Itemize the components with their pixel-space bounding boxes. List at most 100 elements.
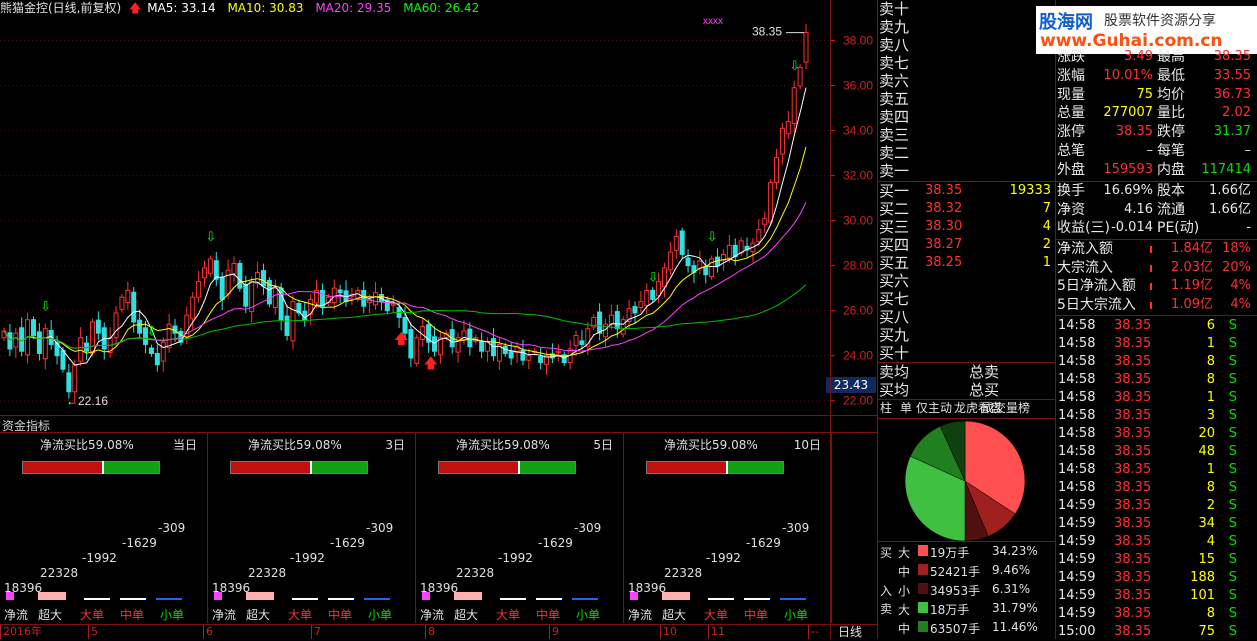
side-sell-label: 卖 [880,602,893,616]
y-tick-label: 22.00 [843,394,873,408]
tick-time: 14:58 [1058,354,1096,369]
date-axis-label: 10 [660,625,677,639]
candle-body [785,121,791,135]
tick-price: 38.35 [1114,336,1152,351]
flow-pct: 4% [1230,296,1251,312]
stat-label: 总笔 [1057,143,1085,159]
current-price-tag: 23.43 [826,377,876,393]
tick-row: 14:59 38.35 2 S [1058,497,1253,515]
tick-row: 14:59 38.35 188 S [1058,569,1253,587]
sell-level-label: 卖六 [879,72,910,90]
fund-value-label: -309 [366,521,394,535]
y-tick-label: 28.00 [843,259,873,273]
fund-category-label: 超大 [662,608,687,622]
tick-time: 15:00 [1058,624,1096,639]
fund-period-label: 3日 [385,438,405,452]
stat-label: 流通 [1157,201,1185,218]
tab-1[interactable]: 单 [900,400,912,417]
fund-bar [500,598,526,600]
tick-row: 14:59 38.35 8 S [1058,605,1253,623]
flow-value: 1.09亿 [1171,296,1213,312]
stat-row: 净资 4.16 流通 1.66亿 [1057,201,1255,219]
side-buy-label: 买 [880,546,893,560]
stat-label: 跌停 [1157,124,1185,141]
flow-pct: 4% [1230,278,1251,293]
tab-0[interactable]: 柱 [880,400,892,417]
sell-level-row: 卖九 [879,18,1055,36]
candle-body [644,289,650,306]
low-price-label: ←22.16 [66,394,108,408]
tick-time: 14:58 [1058,426,1096,441]
tick-volume: 8 [1206,354,1215,369]
fund-category-label: 大单 [704,608,729,622]
candle-body [160,341,166,362]
candle-body [137,319,143,334]
date-axis-label: 9 [549,625,559,639]
tick-side: S [1228,480,1237,495]
fund-value-label: -1629 [122,536,157,550]
fund-category-label: 超大 [246,608,271,622]
fund-value-label: -1629 [330,536,365,550]
stat-row: 总笔 – 每笔 – [1057,142,1255,160]
fund-period-label: 10日 [793,438,821,452]
tick-row: 14:58 38.35 1 S [1058,335,1253,353]
tick-row: 14:59 38.35 34 S [1058,515,1253,533]
tick-side: S [1228,534,1237,549]
candle-body [467,328,473,348]
fund-category-label: 中单 [328,608,353,622]
candle-body [431,336,437,352]
avg-buy-label: 买均 [879,381,910,399]
sell-level-row: 卖一 [879,162,1055,180]
fund-value-label: -1992 [498,551,533,565]
stat-value: 10.01% [1103,67,1153,83]
tick-side: S [1228,372,1237,387]
stat-value: 31.37 [1213,124,1251,140]
tick-time: 14:58 [1058,480,1096,495]
sell-level-row: 卖十 [879,0,1055,18]
fund-bar [214,592,222,600]
buy-level-row: 买二 38.32 7 [879,200,1055,218]
flow-label: 5日净流入额 [1057,278,1136,294]
date-axis-label: 2016年 [0,625,42,639]
tab-4[interactable]: 成交量榜 [982,400,1030,417]
fund-period-label: 5日 [593,438,613,452]
candle-body [95,319,101,334]
fund-value-label: 22328 [456,566,495,580]
candle-body [573,334,579,346]
fund-ratio-label: 净流买比59.08% [456,438,550,452]
tick-row: 14:59 38.35 4 S [1058,533,1253,551]
avg-total-block: 卖均 总卖 买均 总买 [879,363,1055,399]
tick-price: 38.35 [1114,354,1152,369]
tick-row: 14:58 38.35 20 S [1058,425,1253,443]
fund-category-label: 净流 [628,608,653,622]
candle-body [526,355,532,361]
buy-signal-arrow: ⇩ [789,59,800,74]
candle-body [207,258,213,274]
tick-volume: 6 [1206,318,1215,333]
stat-row: 收益(三) -0.014 PE(动) - [1057,219,1255,237]
kline-chart[interactable]: 38.00 36.00 34.00 32.00 30.00 28.00 26.00 24.00… [0,0,877,420]
deal-size-label: 中 [898,565,911,579]
deal-volume: 52421手 [930,565,981,579]
stat-value: -0.014 [1111,220,1153,235]
fund-bar [422,592,430,600]
tab-2[interactable]: 仅主动 [916,400,952,417]
avg-sell-label: 卖均 [879,363,910,381]
tick-side: S [1228,588,1237,603]
stat-value: 2.02 [1222,105,1251,121]
buy-level-price: 38.27 [925,237,963,252]
tick-time: 14:58 [1058,318,1096,333]
buy-level-volume: 1 [1042,255,1051,270]
tick-volume: 8 [1206,372,1215,387]
period-tab[interactable]: 日线 [838,623,862,640]
candle-body [667,251,673,271]
fund-ratio-bar [230,461,368,474]
candle-body [738,240,744,254]
fund-ratio-marker [309,461,312,474]
date-axis-label: 5 [88,625,98,639]
stat-value: 1.66亿 [1209,201,1251,217]
stat-label: 最低 [1157,67,1185,84]
date-axis-label: 7 [311,625,321,639]
stat-value: 159593 [1103,161,1153,177]
fund-category-label: 中单 [120,608,145,622]
